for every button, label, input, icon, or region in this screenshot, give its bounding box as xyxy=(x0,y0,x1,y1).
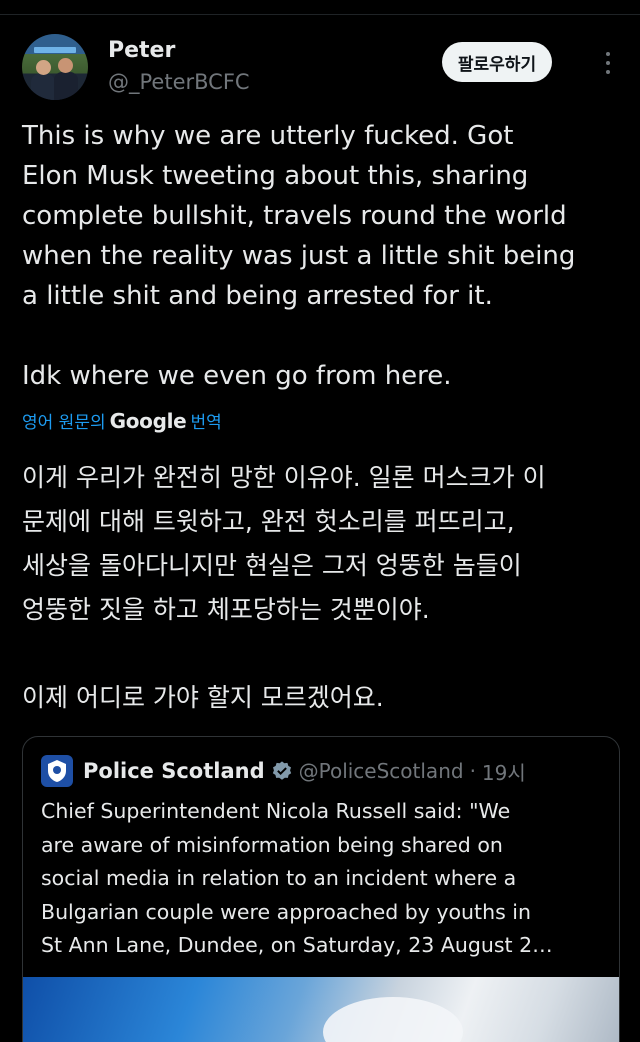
tweet-header: Peter @_PeterBCFC 팔로우하기 xyxy=(22,34,622,106)
more-vertical-icon[interactable] xyxy=(600,50,616,76)
translate-prefix: 영어 원문의 xyxy=(22,413,106,433)
google-logo: Google xyxy=(109,408,187,433)
separator: · xyxy=(469,759,476,783)
verified-badge-icon xyxy=(272,761,291,780)
avatar[interactable] xyxy=(22,34,88,100)
translate-suffix: 번역 xyxy=(190,413,222,433)
tweet-detail-page: Peter @_PeterBCFC 팔로우하기 This is why we a… xyxy=(0,0,640,1042)
quoted-tweet-header: Police Scotland @PoliceScotland · 19시 xyxy=(41,755,611,787)
quoted-tweet-time[interactable]: 19시 xyxy=(482,757,526,786)
author-handle[interactable]: @_PeterBCFC xyxy=(108,70,250,94)
quoted-author-handle[interactable]: @PoliceScotland xyxy=(299,759,464,783)
author-display-name[interactable]: Peter xyxy=(108,38,175,63)
translation-attribution[interactable]: 영어 원문의 Google 번역 xyxy=(22,408,222,434)
police-scotland-avatar[interactable] xyxy=(41,755,73,787)
quoted-tweet-text: Chief Superintendent Nicola Russell said… xyxy=(41,799,553,957)
top-divider xyxy=(0,14,640,15)
quoted-tweet-image[interactable] xyxy=(23,977,619,1042)
translated-tweet-text: 이게 우리가 완전히 망한 이유야. 일론 머스크가 이 문제에 대해 트윗하고… xyxy=(22,463,546,712)
tweet-text: This is why we are utterly fucked. Got E… xyxy=(22,121,576,391)
follow-button[interactable]: 팔로우하기 xyxy=(442,42,552,82)
quoted-tweet-card[interactable]: Police Scotland @PoliceScotland · 19시 Ch… xyxy=(22,736,620,1042)
quoted-author-name[interactable]: Police Scotland xyxy=(83,759,265,783)
